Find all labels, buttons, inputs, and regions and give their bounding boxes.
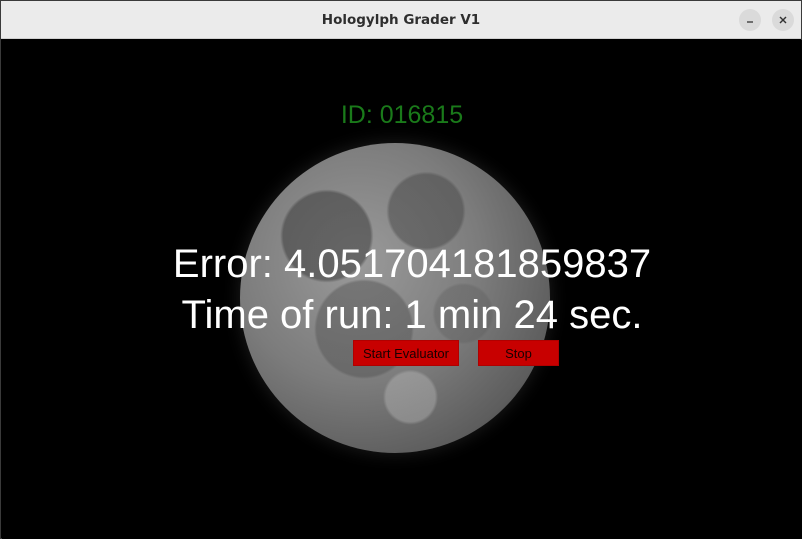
stop-button[interactable]: Stop [478,340,559,366]
title-bar[interactable]: Hologylph Grader V1 [1,1,801,39]
error-readout: Error: 4.051704181859837 [172,242,652,286]
run-time-readout: Time of run: 1 min 24 sec. [181,293,643,337]
main-canvas: ID: 016815 Error: 4.051704181859837 Time… [2,40,802,539]
id-label: ID: 016815 [340,101,464,129]
close-button[interactable] [772,9,794,31]
minimize-icon [747,21,753,23]
window-title: Hologylph Grader V1 [321,12,481,28]
minimize-button[interactable] [739,9,761,31]
close-icon [779,16,787,24]
start-evaluator-button[interactable]: Start Evaluator [353,340,459,366]
app-window: Hologylph Grader V1 ID: 016815 Error: 4.… [0,0,802,539]
